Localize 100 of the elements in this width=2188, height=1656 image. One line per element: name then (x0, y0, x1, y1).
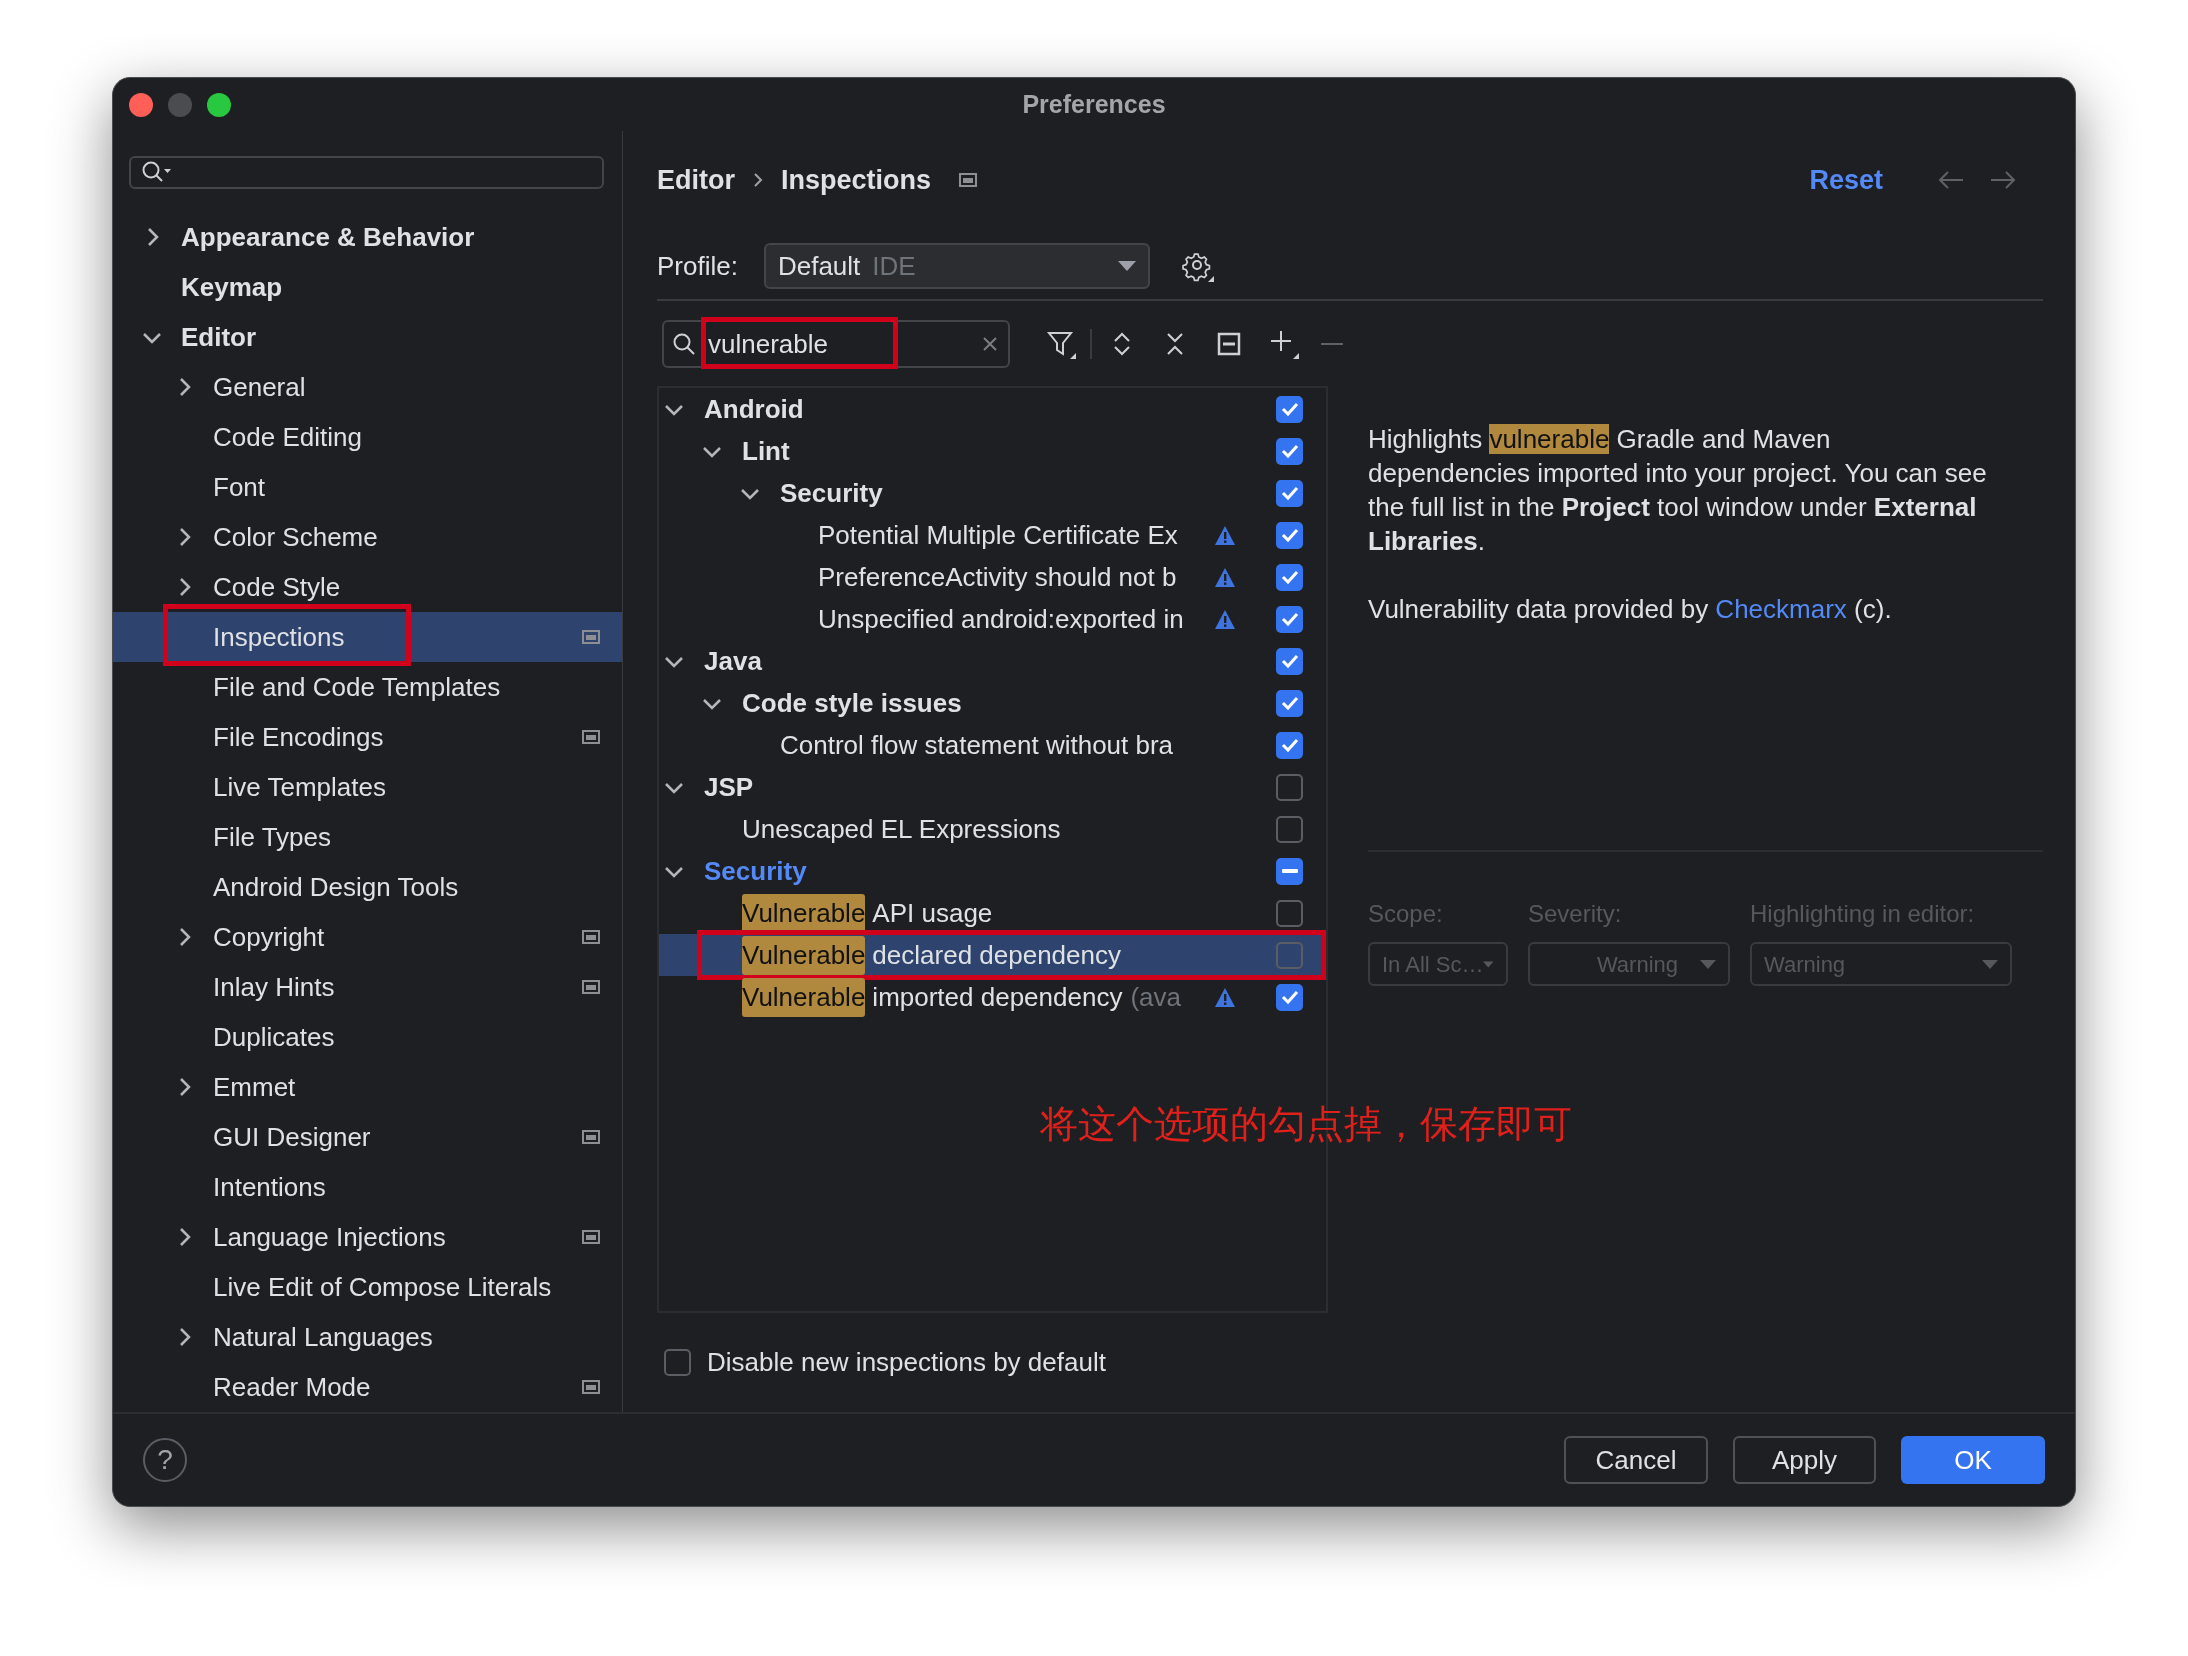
search-match: Vulnerable (742, 935, 866, 975)
checkbox[interactable] (1276, 815, 1303, 843)
annotation-text: 将这个选项的勾点掉，保存即可 (1040, 1102, 1572, 1147)
sidebar-item[interactable]: File and Code Templates (113, 662, 622, 712)
inspection-row[interactable]: JSP (659, 766, 1326, 808)
checkmarx-link[interactable]: Checkmarx (1715, 594, 1847, 624)
forward-arrow-icon[interactable] (1989, 170, 2017, 190)
checkbox[interactable] (1276, 689, 1303, 717)
sidebar-item[interactable]: Keymap (113, 262, 622, 312)
inspection-label: Unspecified android:exported in (818, 602, 1184, 636)
collapse-icon[interactable] (1217, 332, 1241, 356)
inspection-row[interactable]: Android (659, 388, 1326, 430)
sidebar-item[interactable]: File Types (113, 812, 622, 862)
description-text: Vulnerability data provided by Checkmarx (c). (1368, 593, 1893, 626)
sidebar-item[interactable]: Duplicates (113, 1012, 622, 1062)
checkbox-label[interactable]: Disable new inspections by default (707, 1342, 1106, 1382)
checkbox[interactable] (1276, 941, 1303, 969)
inspection-row[interactable]: Lint (659, 430, 1326, 472)
checkbox[interactable] (1276, 647, 1303, 675)
checkbox[interactable] (1276, 983, 1303, 1011)
search-match: Vulnerable (742, 977, 866, 1017)
inspection-row[interactable]: Security (659, 472, 1326, 514)
checkbox[interactable] (1276, 731, 1303, 759)
window-title: Preferences (1022, 88, 1166, 120)
collapse-all-icon[interactable] (1165, 331, 1185, 357)
sidebar-item[interactable]: Font (113, 462, 622, 512)
checkbox[interactable] (1276, 437, 1303, 465)
option-label: Scope: (1368, 899, 1444, 929)
inspection-row[interactable]: Unescaped EL Expressions (659, 808, 1326, 850)
checkbox[interactable] (1276, 479, 1303, 507)
sidebar-item[interactable]: Code Editing (113, 412, 622, 462)
close-window-button[interactable] (129, 92, 153, 117)
sidebar-item[interactable]: Editor (113, 312, 622, 362)
sidebar-item[interactable]: Color Scheme (113, 512, 622, 562)
dash-icon (1281, 869, 1298, 873)
profile-dropdown[interactable]: Default IDE (763, 243, 1150, 289)
sidebar-item[interactable]: Code Style (113, 562, 622, 612)
back-arrow-icon[interactable] (1937, 170, 1965, 190)
checkbox[interactable] (664, 1348, 691, 1376)
inspection-row[interactable]: Java (659, 640, 1326, 682)
remove-icon[interactable] (1321, 342, 1343, 346)
checkbox[interactable] (1276, 773, 1303, 801)
inspection-label: PreferenceActivity should not b (818, 560, 1177, 594)
breadcrumb-item[interactable]: Inspections (781, 159, 932, 201)
settings-icon[interactable] (1181, 250, 1214, 282)
inspection-row[interactable]: Potential Multiple Certificate Ex (659, 514, 1326, 556)
checkbox[interactable] (1276, 605, 1303, 633)
check-icon (1280, 443, 1299, 459)
inspection-search-field[interactable]: vulnerable (662, 320, 1010, 368)
expand-all-icon[interactable] (1112, 331, 1132, 357)
sidebar-item[interactable]: Appearance & Behavior (113, 212, 622, 262)
inspection-label: imported dependency (872, 980, 1123, 1014)
inspection-row[interactable]: Unspecified android:exported in (659, 598, 1326, 640)
checkbox[interactable] (1276, 899, 1303, 927)
inspection-row[interactable]: Code style issues (659, 682, 1326, 724)
sidebar-item[interactable]: Inspections (113, 612, 622, 662)
checkbox[interactable] (1276, 521, 1303, 549)
reset-link[interactable]: Reset (1809, 159, 1883, 201)
inspection-row[interactable]: Security (659, 850, 1326, 892)
sidebar-item[interactable]: Natural Languages (113, 1312, 622, 1362)
dialog-button[interactable]: OK (1901, 1436, 2045, 1484)
sidebar-item[interactable]: Language Injections (113, 1212, 622, 1262)
sidebar-item[interactable]: GUI Designer (113, 1112, 622, 1162)
inspection-row[interactable]: Vulnerable API usage (659, 892, 1326, 934)
sidebar-item[interactable]: File Encodings (113, 712, 622, 762)
sidebar-item[interactable]: Live Edit of Compose Literals (113, 1262, 622, 1312)
sidebar-item[interactable]: Copyright (113, 912, 622, 962)
clear-icon[interactable] (982, 336, 998, 352)
project-icon (959, 173, 978, 187)
option-label: Severity: (1528, 899, 1623, 929)
sidebar-item[interactable]: Live Templates (113, 762, 622, 812)
inspection-row[interactable]: PreferenceActivity should not b (659, 556, 1326, 598)
add-icon[interactable] (1269, 329, 1299, 359)
search-icon (672, 332, 696, 356)
sidebar-item[interactable]: General (113, 362, 622, 412)
filter-icon[interactable] (1046, 329, 1076, 359)
checkbox[interactable] (1276, 857, 1303, 885)
dialog-button[interactable]: Cancel (1564, 1436, 1708, 1484)
sidebar-item[interactable]: Intentions (113, 1162, 622, 1212)
sidebar-item[interactable]: Android Design Tools (113, 862, 622, 912)
inspection-row[interactable]: Control flow statement without bra (659, 724, 1326, 766)
group-label: Android (704, 392, 804, 426)
inspection-row[interactable]: Vulnerable imported dependency (ava (659, 976, 1326, 1018)
maximize-window-button[interactable] (207, 92, 231, 117)
checkbox[interactable] (1276, 563, 1303, 591)
check-icon (1280, 989, 1299, 1005)
option-label: Highlighting in editor: (1750, 899, 1976, 929)
settings-search-field[interactable] (129, 156, 604, 189)
caret-icon (1483, 959, 1494, 969)
caret-icon (1117, 261, 1136, 271)
sidebar-item[interactable]: Inlay Hints (113, 962, 622, 1012)
check-icon (1280, 737, 1299, 753)
breadcrumb-item[interactable]: Editor (657, 159, 735, 201)
sidebar-item[interactable]: Reader Mode (113, 1362, 622, 1412)
dialog-button[interactable]: Apply (1733, 1436, 1876, 1484)
checkbox[interactable] (1276, 395, 1303, 423)
help-button[interactable]: ? (143, 1438, 187, 1482)
check-icon (1280, 611, 1299, 627)
sidebar-item[interactable]: Emmet (113, 1062, 622, 1112)
group-label: Security (780, 476, 883, 510)
